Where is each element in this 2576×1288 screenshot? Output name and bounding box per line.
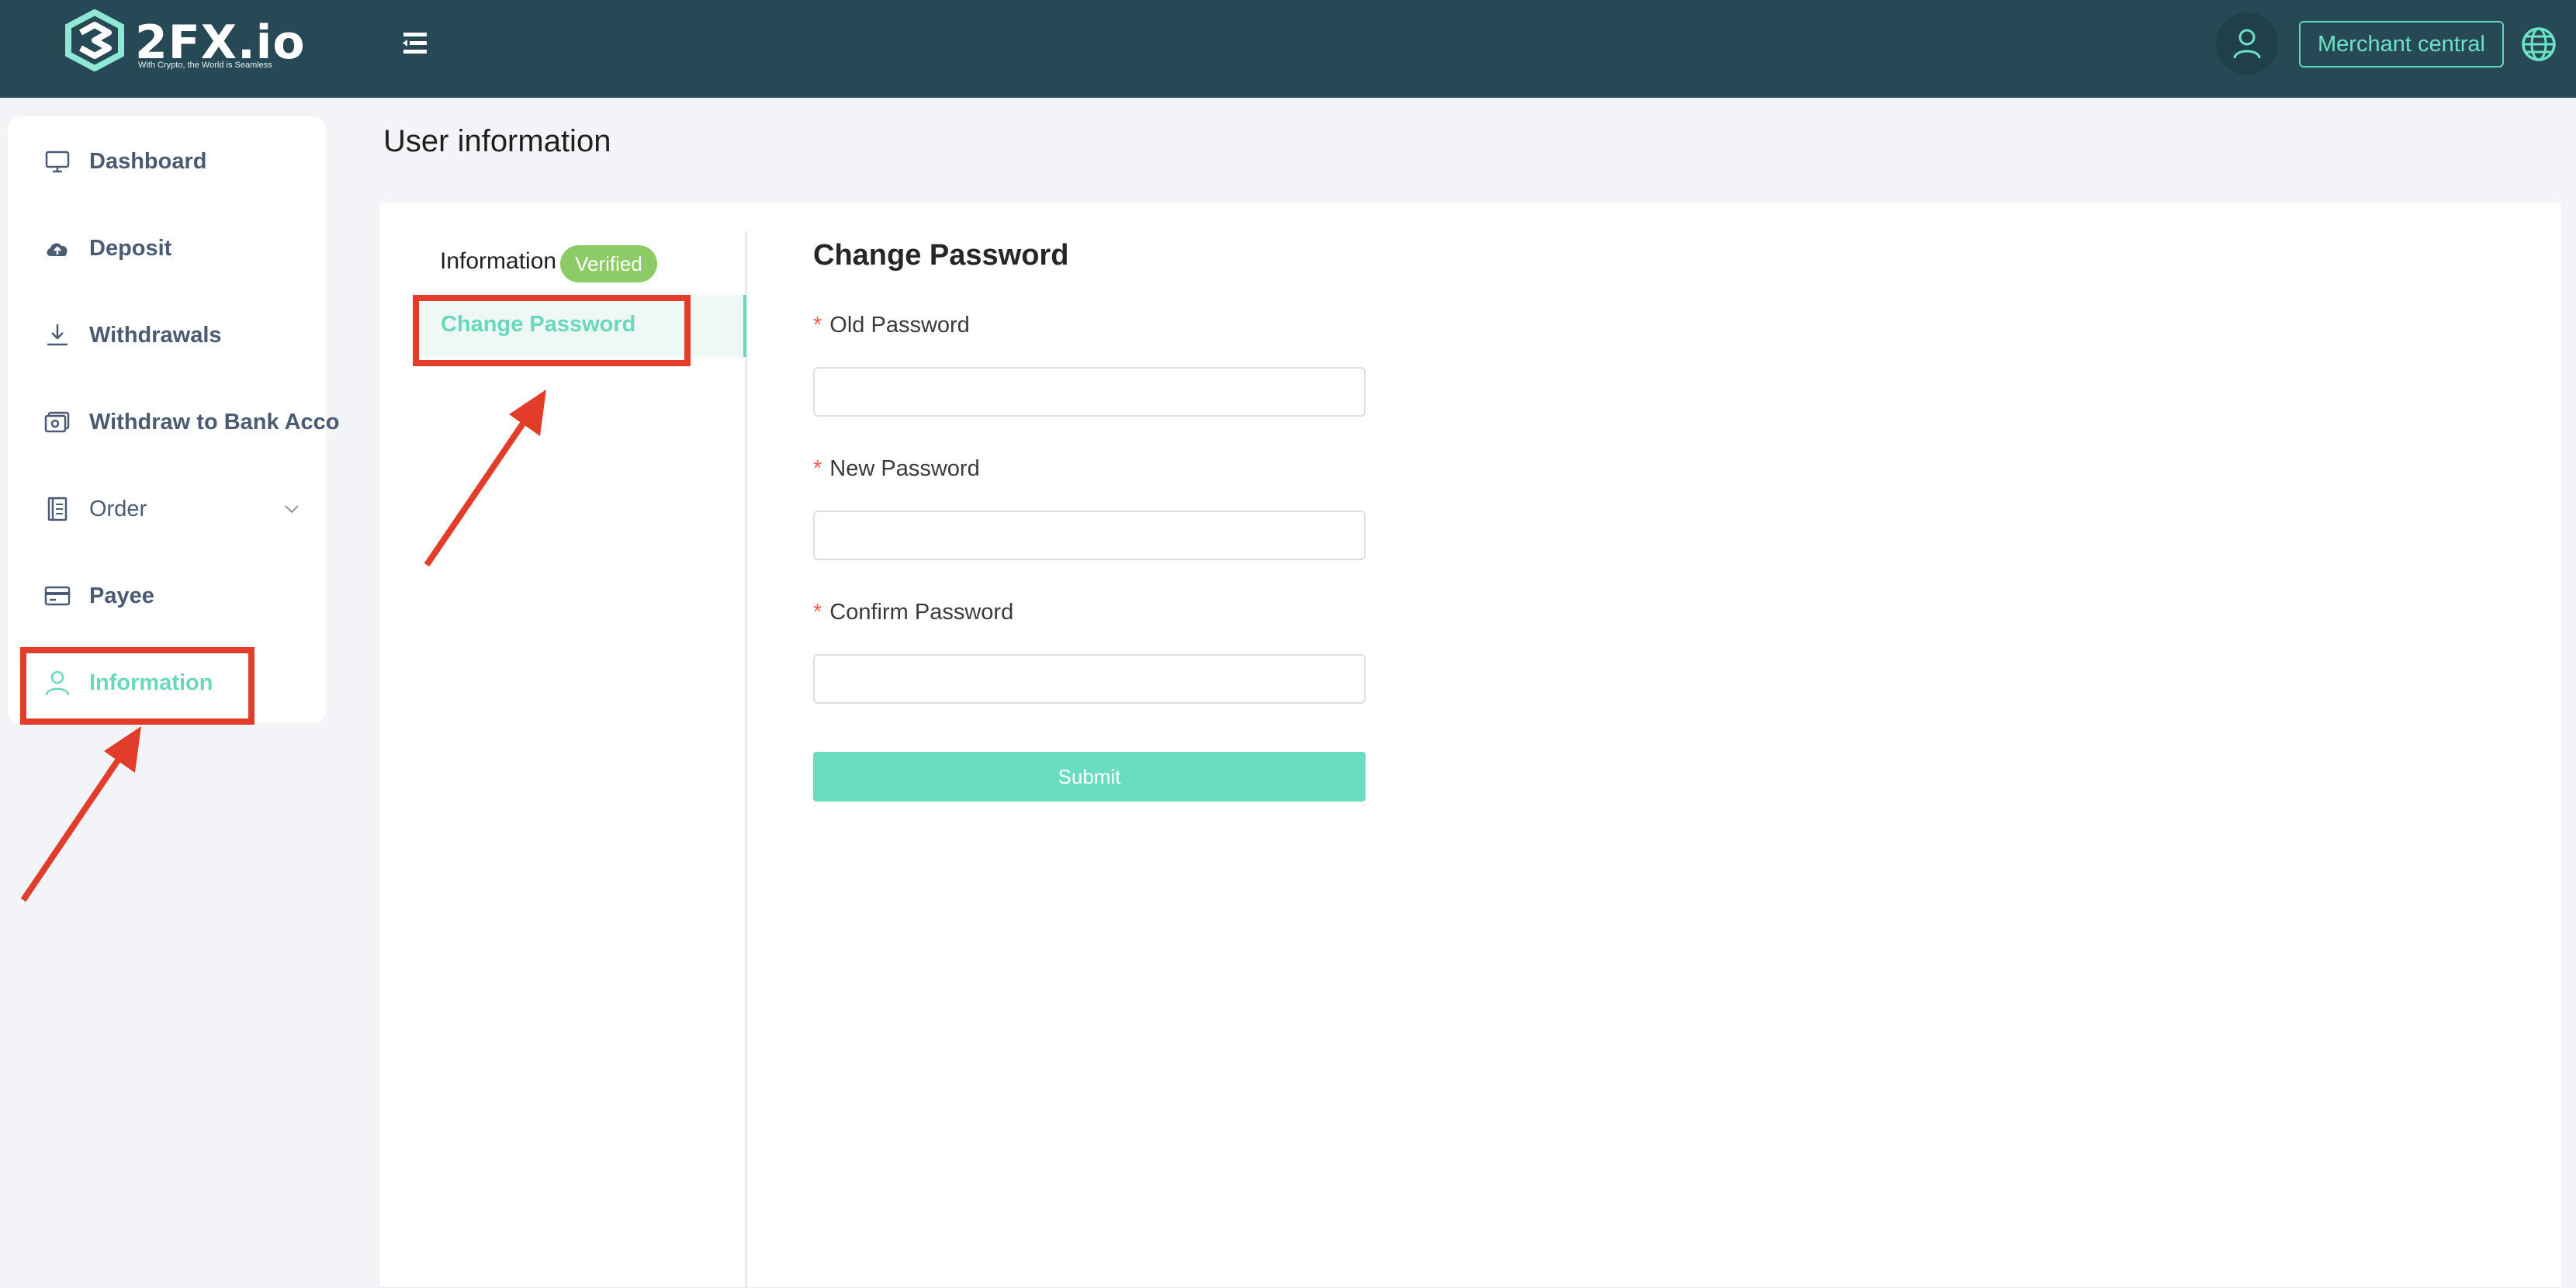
top-bar: 2FX.io With Crypto, the World is Seamles… — [0, 0, 2576, 98]
required-mark: * — [813, 313, 822, 338]
form-title: Change Password — [813, 239, 1069, 272]
logo-tagline: With Crypto, the World is Seamless — [138, 61, 272, 70]
sidebar-item-dashboard[interactable]: Dashboard — [8, 130, 326, 192]
verified-badge: Verified — [560, 245, 657, 282]
sidebar-item-label: Deposit — [89, 235, 172, 261]
highlight-box-change-password — [413, 295, 691, 366]
content-card — [379, 202, 2562, 1288]
hamburger-menu-icon[interactable] — [400, 29, 431, 57]
document-list-icon — [47, 497, 68, 521]
old-password-label: * Old Password — [813, 313, 970, 338]
arrow-to-information — [20, 726, 141, 902]
tab-divider — [745, 231, 747, 1288]
monitor-icon — [45, 151, 70, 173]
app-logo[interactable]: 2FX.io With Crypto, the World is Seamles… — [64, 9, 305, 71]
required-mark: * — [813, 456, 822, 481]
sidebar-item-label: Payee — [89, 583, 154, 608]
user-icon — [2233, 29, 2261, 59]
highlight-box-information — [20, 647, 254, 725]
merchant-central-button[interactable]: Merchant central — [2299, 21, 2504, 68]
sidebar-item-withdrawals[interactable]: Withdrawals — [8, 304, 326, 366]
sidebar: Dashboard Deposit Withdrawals Withdraw t… — [8, 116, 340, 723]
credit-card-icon — [44, 586, 71, 606]
sidebar-item-label: Withdraw to Bank Acco — [89, 409, 340, 435]
sidebar-item-label: Dashboard — [89, 148, 207, 174]
new-password-input[interactable] — [813, 511, 1366, 560]
user-avatar-button[interactable] — [2216, 12, 2278, 74]
sidebar-item-order[interactable]: Order — [8, 478, 326, 540]
download-icon — [47, 324, 68, 346]
chevron-down-icon[interactable] — [282, 500, 301, 518]
tab-information[interactable]: Information — [440, 248, 556, 275]
old-password-input[interactable] — [813, 367, 1366, 417]
cloud-upload-icon — [47, 243, 68, 256]
confirm-password-input[interactable] — [813, 654, 1366, 704]
globe-icon[interactable] — [2520, 26, 2557, 63]
confirm-password-label: * Confirm Password — [813, 600, 1014, 625]
submit-button[interactable]: Submit — [813, 752, 1366, 802]
sidebar-item-withdraw-to-bank[interactable]: Withdraw to Bank Acco — [8, 391, 340, 453]
sidebar-item-label: Order — [89, 496, 147, 521]
sidebar-item-deposit[interactable]: Deposit — [8, 217, 326, 279]
logo-icon — [65, 9, 124, 71]
new-password-label: * New Password — [813, 456, 980, 481]
page-title: User information — [383, 124, 611, 158]
bank-card-icon — [44, 411, 70, 433]
required-mark: * — [813, 600, 822, 625]
sidebar-item-payee[interactable]: Payee — [8, 565, 326, 627]
sidebar-item-label: Withdrawals — [89, 322, 222, 348]
